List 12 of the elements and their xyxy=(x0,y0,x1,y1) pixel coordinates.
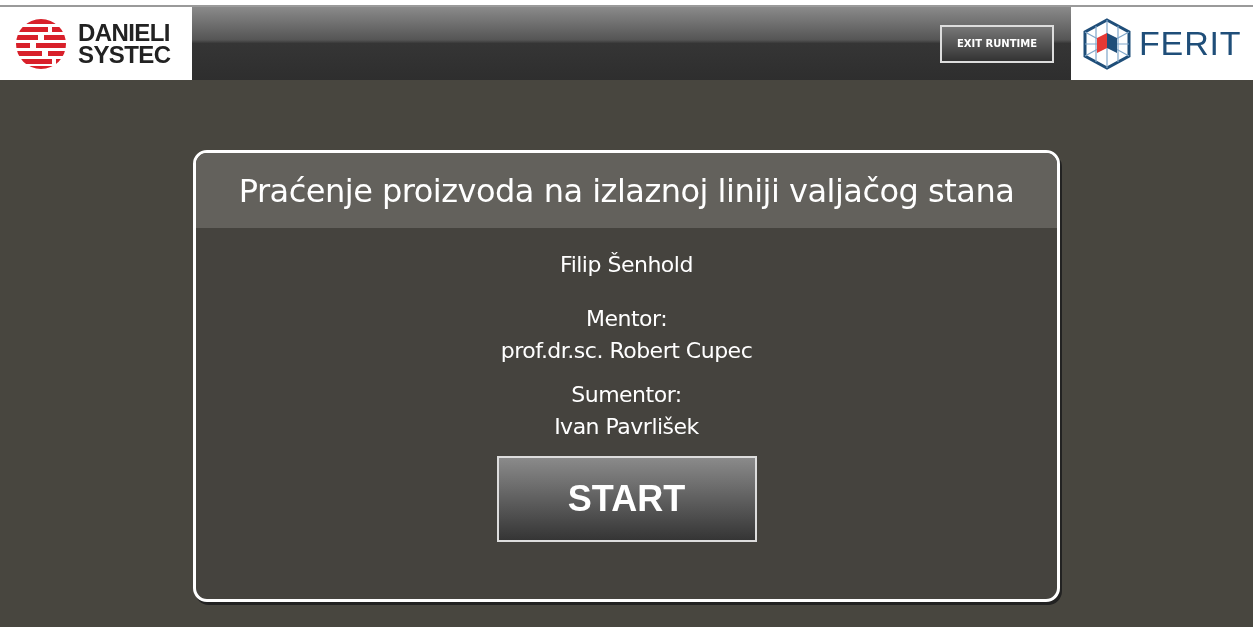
mentor-name: prof.dr.sc. Robert Cupec xyxy=(500,337,753,365)
logo-text: SYSTEC xyxy=(78,43,171,66)
start-button[interactable]: START xyxy=(496,456,757,542)
author-name: Filip Šenhold xyxy=(560,251,693,279)
logo-text: FERIT xyxy=(1139,23,1242,64)
co-mentor-name: Ivan Pavrlišek xyxy=(554,413,699,441)
project-title: Praćenje proizvoda na izlaznoj liniji valjačog stana xyxy=(238,170,1015,212)
exit-runtime-button[interactable]: EXIT RUNTIME xyxy=(940,24,1054,63)
logo-text: DANIELI xyxy=(78,21,171,44)
mentor-label: Mentor: xyxy=(585,305,668,333)
co-mentor-label: Sumentor: xyxy=(571,381,682,409)
hexagon-grid-icon xyxy=(1083,17,1131,70)
